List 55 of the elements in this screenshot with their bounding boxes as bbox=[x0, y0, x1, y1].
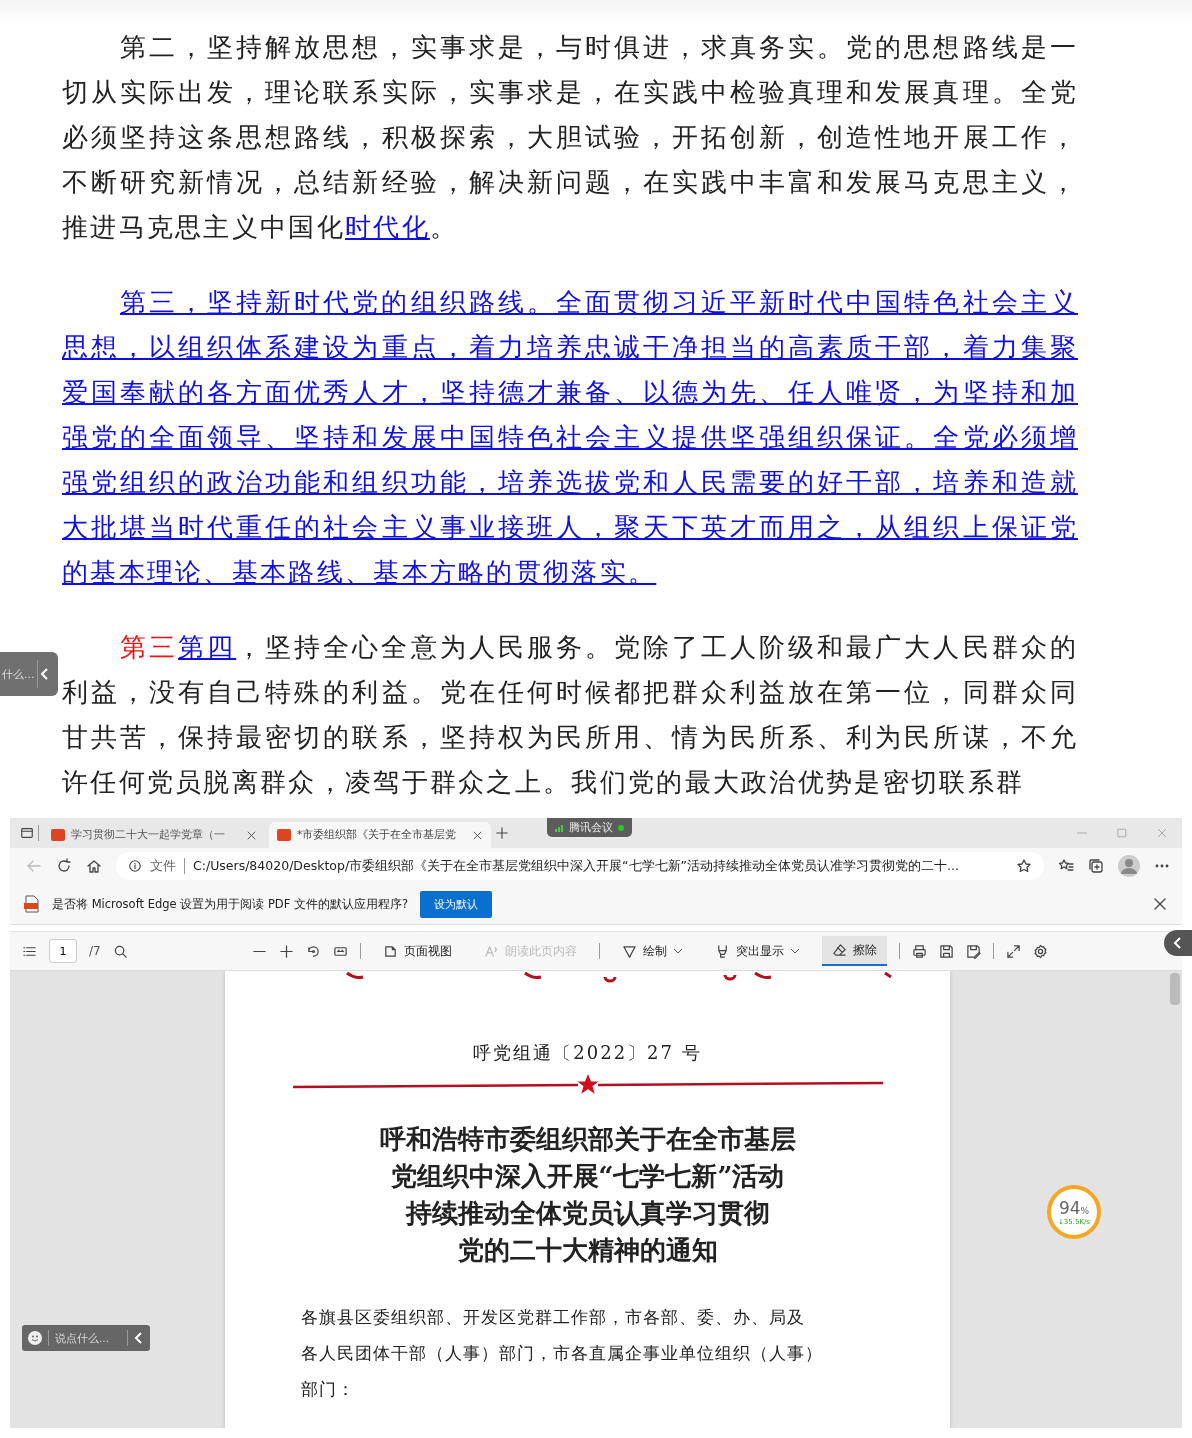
document-title-line: 持续推动全体党员认真学习贯彻 bbox=[404, 1197, 771, 1230]
add-favorite-icon[interactable] bbox=[1016, 858, 1032, 874]
infobar-message: 是否将 Microsoft Edge 设置为用于阅读 PDF 文件的默认应用程序? bbox=[52, 896, 409, 912]
addressee-line: 各旗县区委组织部、开发区党群工作部，市各部、委、办、局及 bbox=[301, 1306, 806, 1329]
page-number-field[interactable]: 1 bbox=[49, 939, 77, 963]
collections-icon[interactable] bbox=[1088, 858, 1104, 874]
page-count: /7 bbox=[89, 944, 101, 958]
rotate-icon[interactable] bbox=[305, 943, 321, 959]
home-icon[interactable] bbox=[86, 858, 102, 874]
addressee-line: 部门： bbox=[301, 1378, 356, 1401]
address-bar[interactable]: 文件 C:/Users/84020/Desktop/市委组织部《关于在全市基层党组织中深入开展“七学七新”活动持续推动全体党员认准学习贯彻党的二十... bbox=[116, 852, 1044, 880]
meeting-badge[interactable]: 腾讯会议 bbox=[547, 818, 632, 837]
new-tab-icon[interactable] bbox=[495, 826, 509, 840]
save-icon[interactable] bbox=[938, 943, 954, 959]
refresh-icon[interactable] bbox=[56, 858, 72, 874]
comment-widget[interactable]: 什么... bbox=[0, 652, 58, 696]
document-title-line: 党组织中深入开展“七学七新”活动 bbox=[389, 1160, 786, 1193]
save-as-icon[interactable] bbox=[965, 943, 981, 959]
toolbar-tool[interactable]: 绘制 bbox=[611, 936, 693, 966]
toolbar-tool[interactable]: 擦除 bbox=[821, 936, 887, 966]
browser-tab[interactable]: *市委组织部《关于在全市基层党 bbox=[269, 822, 491, 848]
document-title-line: 呼和浩特市委组织部关于在全市基层 bbox=[379, 1123, 796, 1156]
close-icon[interactable] bbox=[246, 829, 257, 841]
chat-input-field[interactable]: 说点什么... bbox=[55, 1332, 121, 1344]
set-default-button[interactable]: 设为默认 bbox=[420, 890, 493, 918]
document-paragraph: 第三，坚持新时代党的组织路线。全面贯彻习近平新时代中国特色社会主义思想，以组织体系建设为重点，着力培养忠诚干净担当的高素质干部，着力集聚爱国奉献的各方面优秀人才，坚持德才兼备、以德为先、任人唯贤，为坚持和加强党的全面领导、坚持和发展中国特色社会主义提供坚强组织保证。全党必须增强党组织的政治功能和组织功能，培养选拔党和人民需要的好干部，培养和造就大批堪当时代重任的社会主义事业接班人，聚天下英才而用之，从组织上保证党的基本理论、基本路线、基本方略的贯彻落实。 bbox=[62, 286, 1078, 589]
draw-icon[interactable] bbox=[621, 943, 637, 959]
sidebar-icon[interactable] bbox=[20, 826, 34, 840]
scrollbar-thumb[interactable] bbox=[1170, 973, 1180, 1005]
info-icon bbox=[128, 859, 142, 873]
settings-icon[interactable] bbox=[1032, 943, 1048, 959]
signal-icon bbox=[555, 823, 564, 832]
browser-tab[interactable]: 学习贯彻二十大一起学党章（一 bbox=[43, 822, 265, 848]
page-view-icon[interactable] bbox=[382, 943, 398, 959]
avatar-icon[interactable] bbox=[1118, 855, 1140, 877]
addressee-line: 各人民团体干部（人事）部门，市各直属企事业单位组织（人事） bbox=[301, 1342, 823, 1365]
document-number: 呼党组通〔2022〕27 号 bbox=[473, 1041, 702, 1065]
close-icon[interactable] bbox=[1152, 896, 1168, 912]
zoom-in-icon[interactable] bbox=[278, 943, 294, 959]
eraser-icon[interactable] bbox=[831, 942, 847, 958]
chevron-left-icon[interactable] bbox=[1173, 937, 1183, 949]
search-icon[interactable] bbox=[112, 943, 128, 959]
toolbar-tool[interactable]: 突出显示 bbox=[704, 936, 810, 966]
smiley-icon bbox=[28, 1331, 42, 1345]
chevron-left-icon[interactable] bbox=[39, 668, 50, 680]
chevron-left-icon[interactable] bbox=[134, 1332, 144, 1344]
document-paragraph: 第三第四，坚持全心全意为人民服务。党除了工人阶级和最广大人民群众的利益，没有自己特殊的利益。党在任何时候都把群众利益放在第一位，同群众同甘共苦，保持最密切的联系，坚持权为民所用、情为民所系、利为民所谋，不允许任何党员脱离群众，凌驾于群众之上。我们党的最大政治优势是密切联系群 bbox=[62, 631, 1078, 799]
print-icon[interactable] bbox=[911, 943, 927, 959]
fullscreen-icon[interactable] bbox=[1005, 943, 1021, 959]
document-title-line: 党的二十大精神的通知 bbox=[456, 1234, 719, 1267]
favorites-icon[interactable] bbox=[1058, 858, 1074, 874]
sidebar-toggle[interactable] bbox=[1164, 930, 1192, 956]
document-paragraph: 第二，坚持解放思想，实事求是，与时俱进，求真务实。党的思想路线是一切从实际出发，理论联系实际，实事求是，在实践中检验真理和发展真理。全党必须坚持这条思想路线，积极探索，大胆试验，开拓创新，创造性地开展工作，不断研究新情况，总结新经验，解决新问题，在实践中丰富和发展马克思主义，推进马克思主义中国化时代化。 bbox=[62, 31, 1078, 244]
toolbar-tool[interactable]: 页面视图 bbox=[372, 936, 462, 966]
close-icon[interactable] bbox=[472, 829, 483, 841]
